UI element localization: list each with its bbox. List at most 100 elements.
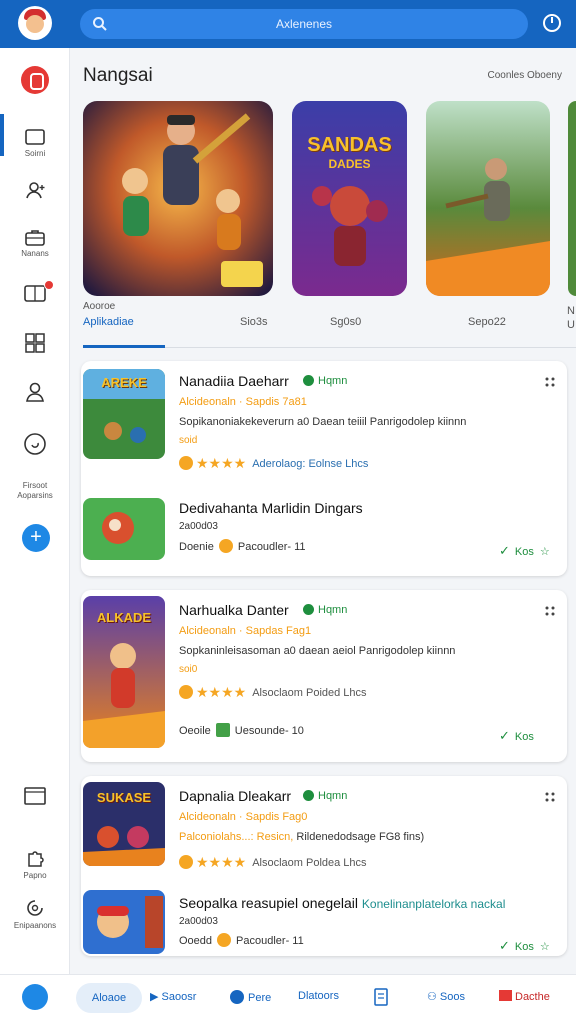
app-subtitle: Alcideonaln · Sapdis 7a81 <box>179 396 307 408</box>
featured-banner[interactable] <box>426 101 550 296</box>
search-bar[interactable]: Axlenenes <box>80 9 528 39</box>
nav-home[interactable]: Aloaoe <box>76 983 142 1013</box>
profile-avatar[interactable] <box>18 6 52 40</box>
app-description: Sopkaninleisasoman a0 daean aeiol Panrig… <box>179 645 456 657</box>
install-action[interactable]: ✓ Kos <box>499 728 534 744</box>
install-action[interactable]: ✓ Kos ☆ <box>499 543 550 559</box>
check-icon <box>217 933 232 947</box>
app-thumbnail <box>83 498 165 560</box>
notification-badge <box>44 280 54 290</box>
sidebar-item-firsoot[interactable]: Firsoot Aoparsins <box>0 478 70 501</box>
rating-icon <box>179 456 193 470</box>
banner-artwork <box>83 101 273 296</box>
banner-artwork <box>568 101 576 296</box>
app-description: Sopikanoniakekeverurn a0 Daean teiiil Pa… <box>179 416 467 428</box>
record-button[interactable] <box>21 66 49 94</box>
nav-search[interactable]: ▶ Saoosr <box>150 990 196 1003</box>
add-button[interactable]: + <box>22 524 50 552</box>
nav-pere[interactable]: Pere <box>230 990 271 1004</box>
sidebar-item-label: Papno <box>23 871 47 880</box>
see-all-link[interactable]: Coonles Oboeny <box>488 70 563 81</box>
account-avatar[interactable] <box>22 984 48 1010</box>
check-icon: ✓ <box>499 938 510 953</box>
sidebar-item-nanans[interactable]: Nanans <box>0 228 70 259</box>
app-count: 2a00d03 <box>179 916 218 927</box>
app-title: Seopalka reasupiel onegelail Konelinanpl… <box>179 895 506 911</box>
more-icon[interactable] <box>545 606 555 616</box>
nav-soos[interactable]: ⚇ Soos <box>427 990 465 1003</box>
app-thumbnail <box>83 890 165 954</box>
verified-badge: Hqmn <box>303 790 347 802</box>
main-content: Nangsai Coonles Oboeny SANDAS DADES Aoor… <box>70 48 576 974</box>
check-icon: ✓ <box>499 543 510 558</box>
install-action[interactable]: ✓ Kos ☆ <box>499 938 550 954</box>
sidebar-item-users[interactable] <box>0 180 70 200</box>
verified-badge: Hqmn <box>303 604 347 616</box>
app-artwork <box>83 498 165 560</box>
more-icon[interactable] <box>545 377 555 387</box>
app-title: Dedivahanta Marlidin Dingars <box>179 500 363 516</box>
sidebar-item-papno[interactable]: Papno <box>0 848 70 880</box>
app-rating: ★★★★ Alsoclaom Poided Lhcs <box>179 684 367 701</box>
star-icon: ★★★★ <box>196 854 247 870</box>
mascot-face <box>26 15 44 33</box>
app-rating: ★★★★ Alsoclaom Poldea Lhcs <box>179 854 367 871</box>
bottom-navigation: Aloaoe ▶ Saoosr Pere Dlatoors ⚇ Soos Dac… <box>0 974 576 1024</box>
people-icon: ⚇ <box>427 991 440 1003</box>
verified-badge: Hqmn <box>303 375 347 387</box>
banner-artwork <box>426 101 550 296</box>
sidebar-item-gifts[interactable] <box>0 280 70 302</box>
active-tab-indicator <box>83 345 165 348</box>
app-thumbnail: ALKADE <box>83 596 165 748</box>
star-icon: ★★★★ <box>196 684 247 700</box>
sidebar-item-label: Soirni <box>24 149 46 158</box>
banner-caption: Sio3s <box>240 316 268 328</box>
sidebar-item-soirni[interactable]: Soirni <box>0 128 70 159</box>
sidebar-item-circle[interactable] <box>0 432 70 456</box>
play-icon: ▶ <box>150 991 162 1003</box>
nav-document[interactable] <box>374 988 388 1009</box>
app-card[interactable]: ALKADE Narhualka Danter Hqmn Alcideonaln… <box>81 590 567 762</box>
banner-subtitle: DADES <box>328 157 371 171</box>
circle-icon <box>24 433 46 455</box>
thumb-title: AREKE <box>101 375 147 390</box>
sidebar-item-window[interactable] <box>0 786 70 806</box>
banner-title: SANDAS <box>307 134 392 156</box>
more-icon[interactable] <box>545 792 555 802</box>
app-title: Narhualka Danter <box>179 602 289 618</box>
nav-dacthe[interactable]: Dacthe <box>499 990 550 1003</box>
app-card[interactable]: AREKE Nanadiia Daeharr Hqmn Alcideonaln … <box>81 361 567 576</box>
star-icon: ★★★★ <box>196 455 247 471</box>
app-extra: soi0 <box>179 664 198 675</box>
verified-icon <box>303 790 314 801</box>
app-meta: Doenie Pacoudler- 11 <box>179 539 306 553</box>
featured-banner[interactable] <box>83 101 273 296</box>
verified-icon <box>303 375 314 386</box>
settings-icon <box>27 900 43 916</box>
sidebar-item-grid[interactable] <box>0 332 70 354</box>
app-title: Dapnalia Dleakarr <box>179 788 292 804</box>
sidebar-item-label: Enipaanons <box>13 921 57 930</box>
app-subtitle: Alcideonaln · Sapdis Fag0 <box>179 811 308 823</box>
banner-caption: Sepo22 <box>468 316 506 328</box>
banner-artwork <box>292 101 407 296</box>
banner-caption: Sg0s0 <box>330 316 362 328</box>
sidebar-item-settings[interactable]: Enipaanons <box>0 898 70 930</box>
app-card[interactable]: SUKASE Dapnalia Dleakarr Hqmn Alcideonal… <box>81 776 567 956</box>
app-meta: Ooedd Pacoudler- 11 <box>179 933 304 947</box>
grid-icon <box>25 333 45 353</box>
nav-dlatoors[interactable]: Dlatoors <box>298 990 339 1002</box>
app-thumbnail: SUKASE <box>83 782 165 866</box>
app-thumbnail: AREKE <box>83 369 165 459</box>
sidebar-item-label: Nanans <box>21 249 49 258</box>
section-title: Nangsai <box>83 65 153 86</box>
star-outline-icon: ☆ <box>539 941 550 953</box>
user-plus-icon <box>26 182 45 199</box>
check-circle-icon <box>230 990 244 1004</box>
app-extra: soid <box>179 435 198 446</box>
thumb-title: SUKASE <box>96 790 152 805</box>
featured-banner[interactable] <box>568 101 576 296</box>
power-icon[interactable] <box>541 12 563 34</box>
sidebar-item-profile[interactable] <box>0 381 70 403</box>
featured-banner[interactable]: SANDAS DADES <box>292 101 407 296</box>
